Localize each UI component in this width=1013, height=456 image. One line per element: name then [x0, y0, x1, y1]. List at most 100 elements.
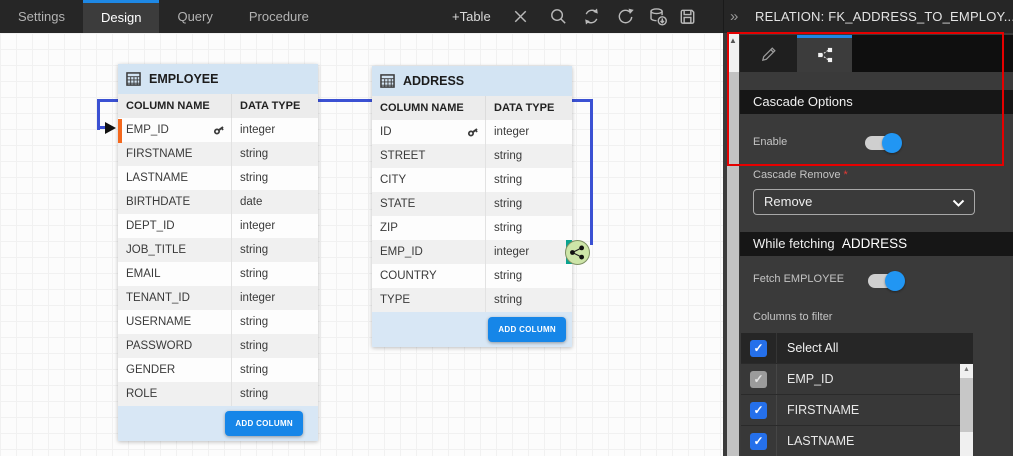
column-name-cell: BIRTHDATE — [118, 190, 232, 214]
column-name-cell: FIRSTNAME — [118, 142, 232, 166]
toggle-knob — [885, 271, 905, 291]
table-column-row[interactable]: STREETstring — [372, 144, 572, 168]
cascade-options-header: Cascade Options — [740, 90, 1013, 114]
data-type-cell: string — [232, 238, 318, 262]
checkbox-cell: ✓ — [741, 426, 777, 456]
select-all-checkbox[interactable]: ✓ — [750, 340, 767, 357]
column-filter-row[interactable]: ✓FIRSTNAME — [741, 394, 973, 425]
column-name-cell: EMP_ID — [118, 118, 232, 142]
table-column-row[interactable]: EMP_IDinteger — [372, 240, 572, 264]
panel-scrollbar[interactable]: ▲ — [727, 33, 739, 456]
sync-icon[interactable] — [581, 6, 602, 27]
scroll-up-arrow-icon[interactable]: ▲ — [960, 366, 973, 373]
column-filter-row[interactable]: ✓EMP_ID — [741, 363, 973, 394]
data-type-cell: string — [232, 310, 318, 334]
select-all-label: Select All — [787, 341, 838, 355]
column-checkbox[interactable]: ✓ — [750, 402, 767, 419]
table-column-row[interactable]: USERNAMEstring — [118, 310, 318, 334]
relation-line-right[interactable] — [590, 99, 593, 245]
select-all-row[interactable]: ✓ Select All — [741, 333, 973, 363]
column-name-header: COLUMN NAME — [372, 96, 486, 120]
table-column-row[interactable]: JOB_TITLEstring — [118, 238, 318, 262]
close-icon[interactable] — [510, 6, 531, 27]
required-asterisk: * — [843, 169, 847, 181]
toggle-knob — [882, 133, 902, 153]
tab-relation[interactable] — [797, 35, 852, 72]
add-table-button[interactable]: +Table — [452, 0, 491, 33]
table-header[interactable]: ADDRESS — [372, 66, 572, 96]
cascade-remove-label: Cascade Remove* — [753, 169, 848, 181]
table-column-row[interactable]: EMP_IDinteger — [118, 118, 318, 142]
panel-titlebar: » RELATION: FK_ADDRESS_TO_EMPLOY... — [723, 0, 1013, 33]
table-column-row[interactable]: ROLEstring — [118, 382, 318, 406]
table-column-row[interactable]: LASTNAMEstring — [118, 166, 318, 190]
search-icon[interactable] — [548, 6, 569, 27]
data-type-cell: date — [232, 190, 318, 214]
table-column-row[interactable]: CITYstring — [372, 168, 572, 192]
tab-edit[interactable] — [740, 35, 797, 72]
design-canvas: EMPLOYEE COLUMN NAME DATA TYPE EMP_IDint… — [0, 33, 723, 456]
enable-toggle[interactable] — [865, 136, 899, 150]
properties-panel: » RELATION: FK_ADDRESS_TO_EMPLOY... ▲ Ca… — [723, 0, 1013, 456]
table-column-row[interactable]: TYPEstring — [372, 288, 572, 312]
data-type-cell: string — [486, 264, 572, 288]
while-fetching-table-name: ADDRESS — [842, 236, 907, 251]
table-column-row[interactable]: EMAILstring — [118, 262, 318, 286]
column-checkbox[interactable]: ✓ — [750, 433, 767, 450]
data-type-cell: string — [486, 192, 572, 216]
fetch-employee-label: Fetch EMPLOYEE — [753, 273, 844, 285]
table-column-row[interactable]: PASSWORDstring — [118, 334, 318, 358]
add-column-button[interactable]: ADD COLUMN — [488, 317, 566, 342]
data-type-cell: string — [232, 358, 318, 382]
panel-collapse-icon[interactable]: » — [730, 0, 738, 33]
table-column-row[interactable]: DEPT_IDinteger — [118, 214, 318, 238]
table-column-row[interactable]: BIRTHDATEdate — [118, 190, 318, 214]
table-column-row[interactable]: FIRSTNAMEstring — [118, 142, 318, 166]
tab-query[interactable]: Query — [159, 0, 230, 33]
column-checkbox-rows: ✓EMP_ID✓FIRSTNAME✓LASTNAME — [741, 363, 973, 456]
fetch-employee-toggle[interactable] — [868, 274, 902, 288]
data-type-cell: integer — [232, 286, 318, 310]
data-type-cell: string — [486, 216, 572, 240]
tab-settings[interactable]: Settings — [0, 0, 83, 33]
relation-connector-icon[interactable] — [565, 240, 590, 265]
cascade-remove-select[interactable]: Remove — [753, 189, 975, 215]
cascade-remove-label-text: Cascade Remove — [753, 169, 840, 181]
table-column-row[interactable]: STATEstring — [372, 192, 572, 216]
entity-table-employee[interactable]: EMPLOYEE COLUMN NAME DATA TYPE EMP_IDint… — [118, 64, 318, 441]
column-filter-row[interactable]: ✓LASTNAME — [741, 425, 973, 456]
column-checkbox[interactable]: ✓ — [750, 371, 767, 388]
list-scrollbar[interactable]: ▲ — [960, 364, 973, 456]
enable-label: Enable — [753, 136, 787, 148]
table-column-row[interactable]: ZIPstring — [372, 216, 572, 240]
column-name-header: COLUMN NAME — [118, 94, 232, 118]
source-column-marker — [118, 119, 122, 143]
column-name-cell: EMP_ID — [372, 240, 486, 264]
table-title: EMPLOYEE — [149, 72, 218, 86]
table-column-row[interactable]: COUNTRYstring — [372, 264, 572, 288]
table-footer: ADD COLUMN — [118, 406, 318, 441]
table-column-row[interactable]: IDinteger — [372, 120, 572, 144]
scrollbar-thumb[interactable] — [960, 378, 973, 432]
tab-design[interactable]: Design — [83, 0, 159, 33]
database-export-icon[interactable] — [647, 6, 668, 27]
checkbox-cell: ✓ — [741, 364, 777, 394]
key-icon — [213, 124, 225, 136]
table-header[interactable]: EMPLOYEE — [118, 64, 318, 94]
table-grid-icon — [380, 74, 395, 88]
data-type-cell: string — [232, 334, 318, 358]
columns-to-filter-label: Columns to filter — [753, 311, 832, 323]
add-column-button[interactable]: ADD COLUMN — [225, 411, 303, 436]
table-column-row[interactable]: GENDERstring — [118, 358, 318, 382]
save-icon[interactable] — [677, 6, 698, 27]
entity-table-address[interactable]: ADDRESS COLUMN NAME DATA TYPE IDintegerS… — [372, 66, 572, 347]
data-type-cell: string — [486, 144, 572, 168]
table-column-row[interactable]: TENANT_IDinteger — [118, 286, 318, 310]
data-type-cell: string — [232, 382, 318, 406]
scrollbar-thumb[interactable] — [727, 72, 739, 456]
redo-icon[interactable] — [615, 6, 636, 27]
scroll-up-arrow-icon[interactable]: ▲ — [727, 36, 739, 45]
panel-tabs — [740, 35, 1013, 72]
tab-procedure[interactable]: Procedure — [231, 0, 327, 33]
checkbox-cell: ✓ — [741, 333, 777, 363]
